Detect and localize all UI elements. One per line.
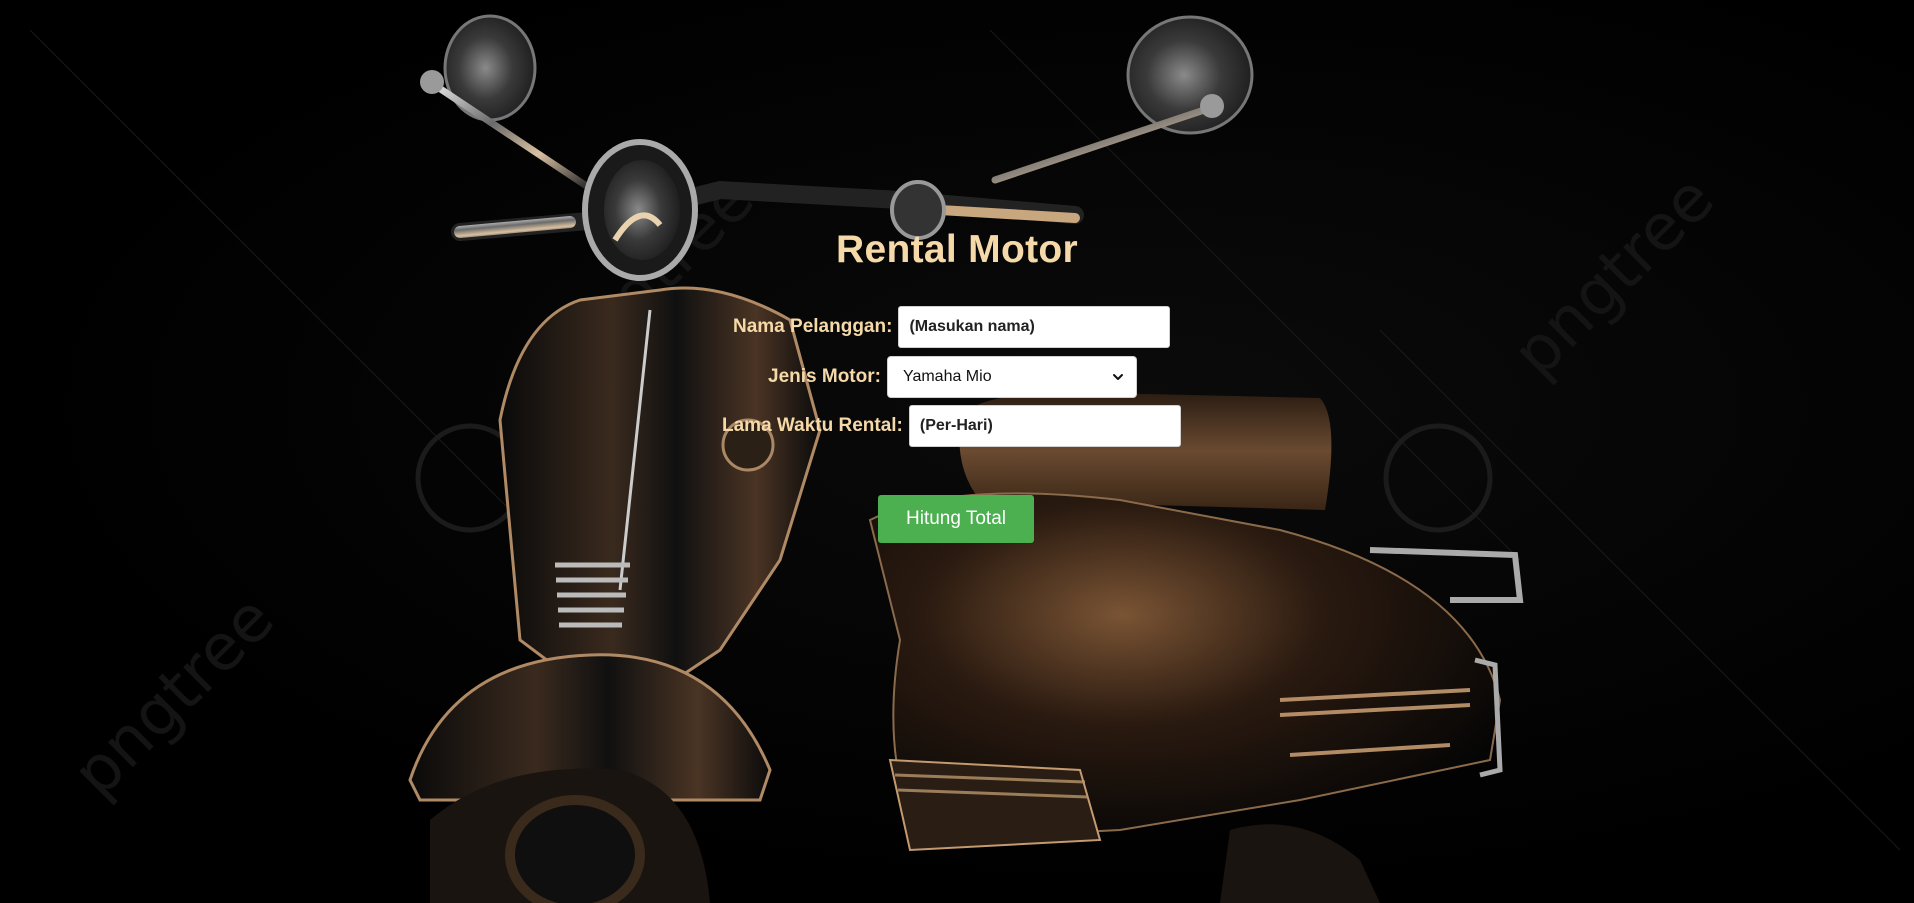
chevron-down-icon — [1112, 374, 1123, 380]
motor-type-row: Jenis Motor: Yamaha Mio — [768, 356, 1137, 398]
calculate-total-button[interactable]: Hitung Total — [878, 495, 1034, 543]
rental-duration-label: Lama Waktu Rental: — [722, 415, 903, 436]
page-title: Rental Motor — [836, 228, 1078, 271]
customer-name-label: Nama Pelanggan: — [733, 316, 893, 337]
motor-type-label: Jenis Motor: — [768, 366, 881, 387]
rental-duration-input[interactable] — [908, 405, 1181, 447]
customer-name-row: Nama Pelanggan: — [733, 306, 1171, 348]
page-root: pngtree pngtree pngtree — [0, 0, 1914, 903]
motor-type-selected-value: Yamaha Mio — [902, 368, 992, 385]
motor-type-select[interactable]: Yamaha Mio — [886, 356, 1137, 398]
rental-duration-row: Lama Waktu Rental: — [722, 405, 1181, 447]
rental-form: Rental Motor Nama Pelanggan: Jenis Motor… — [0, 0, 1914, 903]
customer-name-input[interactable] — [898, 306, 1171, 348]
